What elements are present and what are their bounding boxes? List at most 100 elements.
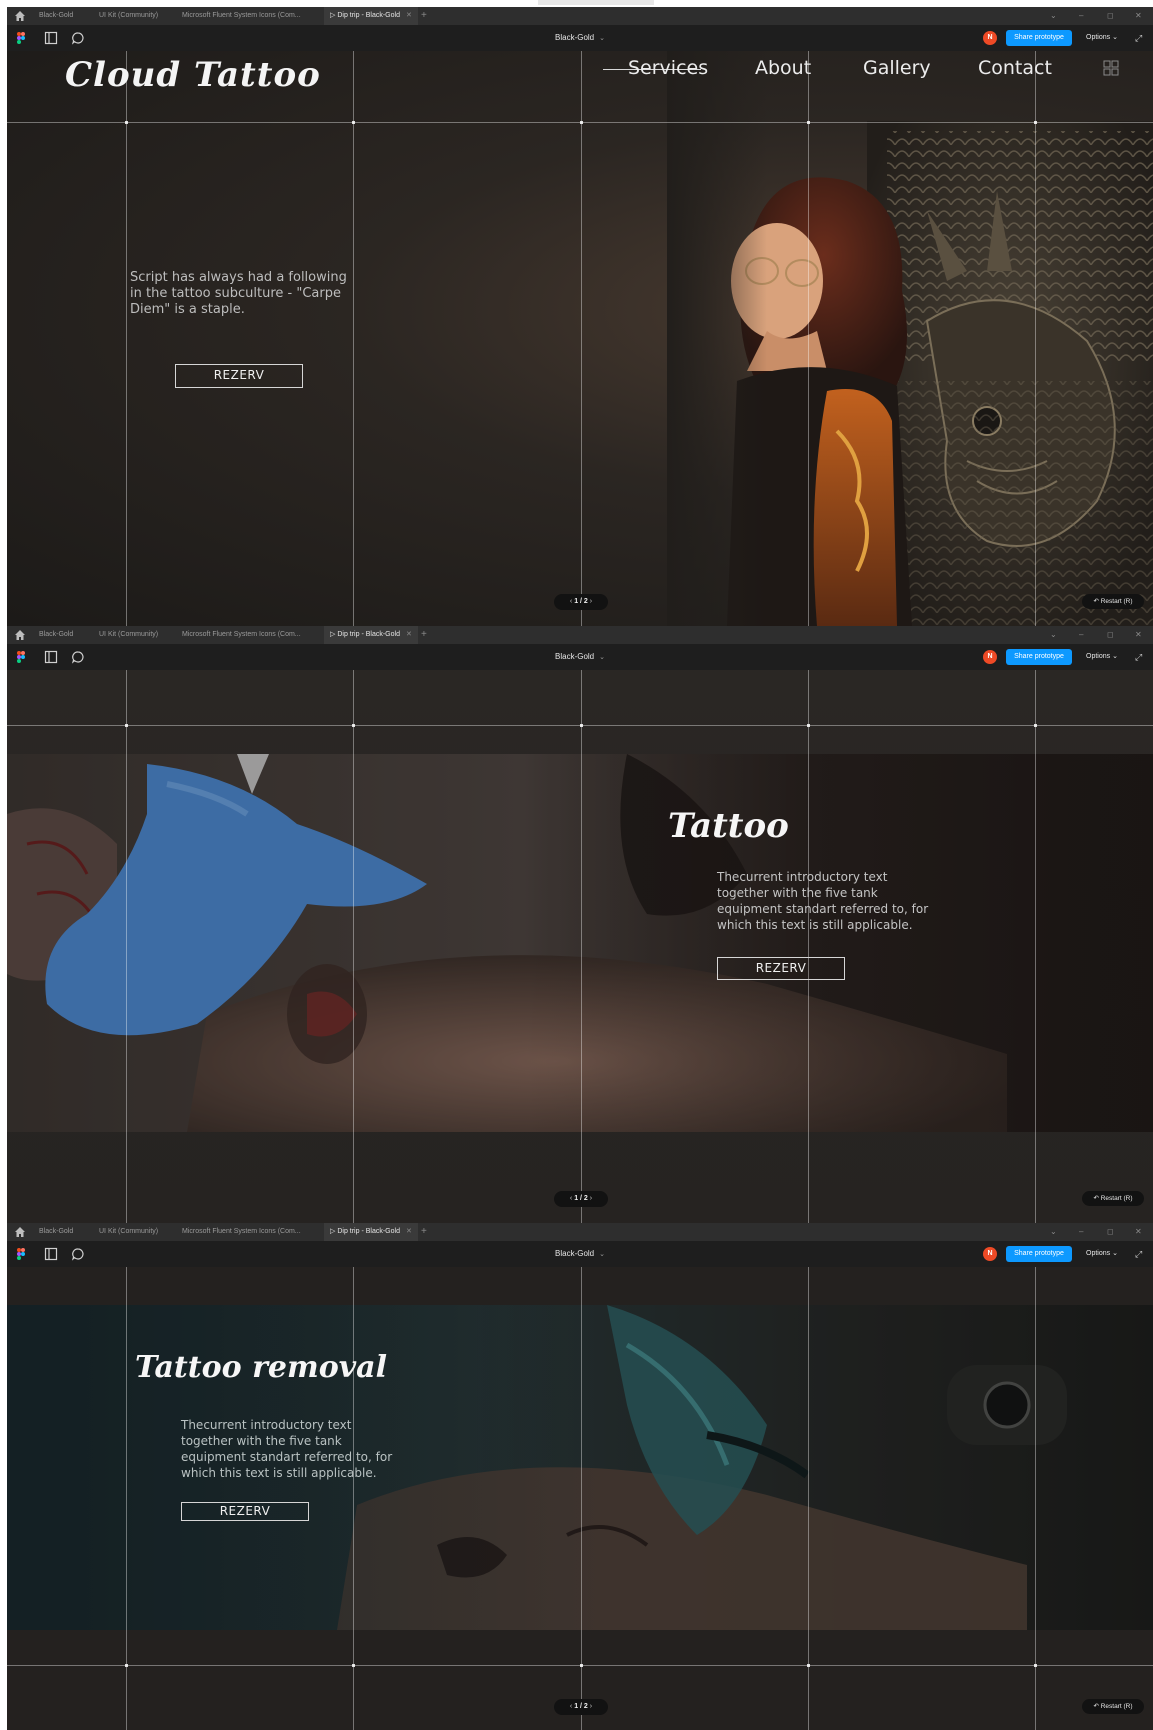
figma-toolbar: Black-Gold ⌄ N Share prototype Options ⌄ … [7, 644, 1153, 670]
avatar[interactable]: N [983, 1247, 997, 1261]
chevron-left-icon[interactable]: ‹ [570, 1703, 572, 1710]
grid-node [580, 121, 583, 124]
restart-button[interactable]: ↶ Restart (R) [1082, 594, 1144, 609]
home-icon[interactable] [14, 629, 26, 641]
close-window-icon[interactable]: ✕ [1135, 7, 1142, 25]
maximize-icon[interactable]: ◻ [1107, 1223, 1114, 1241]
grid-node [352, 121, 355, 124]
close-window-icon[interactable]: ✕ [1135, 626, 1142, 644]
grid-node [807, 1664, 810, 1667]
tab-fluent-icons[interactable]: Microsoft Fluent System Icons (Com... [182, 626, 301, 644]
minimize-icon[interactable]: – [1079, 7, 1083, 25]
close-window-icon[interactable]: ✕ [1135, 1223, 1142, 1241]
new-tab-icon[interactable]: + [421, 7, 427, 25]
tab-fluent-icons[interactable]: Microsoft Fluent System Icons (Com... [182, 7, 301, 25]
home-icon[interactable] [14, 1226, 26, 1238]
maximize-icon[interactable]: ◻ [1107, 7, 1114, 25]
expand-icon[interactable]: ⤢ [1135, 644, 1142, 670]
home-icon[interactable] [14, 10, 26, 22]
maximize-icon[interactable]: ◻ [1107, 626, 1114, 644]
chevron-down-icon[interactable]: ⌄ [1050, 1223, 1057, 1241]
restart-label: Restart (R) [1100, 598, 1133, 605]
minimize-icon[interactable]: – [1079, 1223, 1083, 1241]
grid-line [353, 1267, 354, 1730]
avatar[interactable]: N [983, 31, 997, 45]
prototype-canvas-removal: Tattoo removal Thecurrent introductory t… [7, 1267, 1153, 1730]
restart-button[interactable]: ↶ Restart (R) [1082, 1191, 1144, 1206]
os-top-strip [0, 0, 1153, 7]
new-tab-icon[interactable]: + [421, 626, 427, 644]
expand-icon[interactable]: ⤢ [1135, 1241, 1142, 1267]
file-name-dropdown[interactable]: Black-Gold ⌄ [7, 644, 1153, 671]
file-name-dropdown[interactable]: Black-Gold ⌄ [7, 1241, 1153, 1268]
close-tab-icon[interactable]: ✕ [406, 631, 412, 638]
grid-menu-icon[interactable] [1103, 60, 1119, 76]
nav-services[interactable]: Services [628, 57, 708, 79]
chevron-down-icon: ⌄ [599, 654, 605, 661]
share-prototype-button[interactable]: Share prototype [1006, 649, 1072, 665]
tab-ui-kit[interactable]: UI Kit (Community) [99, 7, 158, 25]
brand-logo[interactable]: Cloud Tattoo [65, 55, 321, 95]
grid-line [126, 1267, 127, 1730]
prototype-pager[interactable]: ‹ 1 / 2 › [554, 594, 608, 610]
options-dropdown[interactable]: Options ⌄ [1086, 644, 1118, 670]
close-tab-icon[interactable]: ✕ [406, 12, 412, 19]
options-dropdown[interactable]: Options ⌄ [1086, 25, 1118, 51]
options-label: Options [1086, 653, 1111, 660]
tab-dip-trip[interactable]: ▷ Dip trip - Black-Gold ✕ [324, 1223, 418, 1241]
nav-about[interactable]: About [755, 57, 811, 79]
section-title-tattoo: Tattoo [668, 806, 789, 846]
avatar[interactable]: N [983, 650, 997, 664]
grid-line [808, 51, 809, 626]
rezerv-button[interactable]: REZERV [181, 1502, 309, 1521]
screenshot-frame-3: Black-Gold UI Kit (Community) Microsoft … [7, 1223, 1153, 1730]
rezerv-button[interactable]: REZERV [717, 957, 845, 980]
photo-overlay [7, 754, 1153, 1132]
figma-toolbar: Black-Gold ⌄ N Share prototype Options ⌄ … [7, 25, 1153, 51]
share-prototype-button[interactable]: Share prototype [1006, 30, 1072, 46]
tab-fluent-icons[interactable]: Microsoft Fluent System Icons (Com... [182, 1223, 301, 1241]
chevron-right-icon[interactable]: › [590, 1195, 592, 1202]
prototype-pager[interactable]: ‹ 1 / 2 › [554, 1191, 608, 1207]
tab-dip-trip[interactable]: ▷ Dip trip - Black-Gold ✕ [324, 626, 418, 644]
tab-black-gold[interactable]: Black-Gold [39, 7, 73, 25]
grid-line [808, 1267, 809, 1730]
chevron-down-icon[interactable]: ⌄ [1050, 7, 1057, 25]
rezerv-button[interactable]: REZERV [175, 364, 303, 388]
nav-gallery[interactable]: Gallery [863, 57, 931, 79]
file-name-dropdown[interactable]: Black-Gold ⌄ [7, 25, 1153, 52]
tab-ui-kit[interactable]: UI Kit (Community) [99, 626, 158, 644]
grid-node [1034, 724, 1037, 727]
chevron-left-icon[interactable]: ‹ [570, 1195, 572, 1202]
prototype-pager[interactable]: ‹ 1 / 2 › [554, 1699, 608, 1715]
share-prototype-button[interactable]: Share prototype [1006, 1246, 1072, 1262]
nav-contact[interactable]: Contact [978, 57, 1052, 79]
tab-black-gold[interactable]: Black-Gold [39, 1223, 73, 1241]
hero-text: Script has always had a following in the… [130, 270, 347, 317]
options-dropdown[interactable]: Options ⌄ [1086, 1241, 1118, 1267]
grid-line [126, 51, 127, 626]
tab-dip-trip-label: Dip trip - Black-Gold [337, 1228, 400, 1235]
new-tab-icon[interactable]: + [421, 1223, 427, 1241]
grid-line [581, 51, 582, 626]
grid-node [807, 121, 810, 124]
chevron-down-icon[interactable]: ⌄ [1050, 626, 1057, 644]
grid-node [125, 724, 128, 727]
chevron-right-icon[interactable]: › [590, 1703, 592, 1710]
grid-node [807, 724, 810, 727]
grid-node [580, 724, 583, 727]
expand-icon[interactable]: ⤢ [1135, 25, 1142, 51]
grid-node [352, 724, 355, 727]
tab-dip-trip-label: Dip trip - Black-Gold [337, 12, 400, 19]
tab-dip-trip[interactable]: ▷ Dip trip - Black-Gold ✕ [324, 7, 418, 25]
chevron-right-icon[interactable]: › [590, 598, 592, 605]
close-tab-icon[interactable]: ✕ [406, 1228, 412, 1235]
screenshot-frame-1: Black-Gold UI Kit (Community) Microsoft … [7, 7, 1153, 626]
minimize-icon[interactable]: – [1079, 626, 1083, 644]
chevron-left-icon[interactable]: ‹ [570, 598, 572, 605]
figma-toolbar: Black-Gold ⌄ N Share prototype Options ⌄ … [7, 1241, 1153, 1267]
tab-ui-kit[interactable]: UI Kit (Community) [99, 1223, 158, 1241]
tab-black-gold[interactable]: Black-Gold [39, 626, 73, 644]
restart-button[interactable]: ↶ Restart (R) [1082, 1699, 1144, 1714]
pager-label: 1 / 2 [574, 1195, 588, 1202]
